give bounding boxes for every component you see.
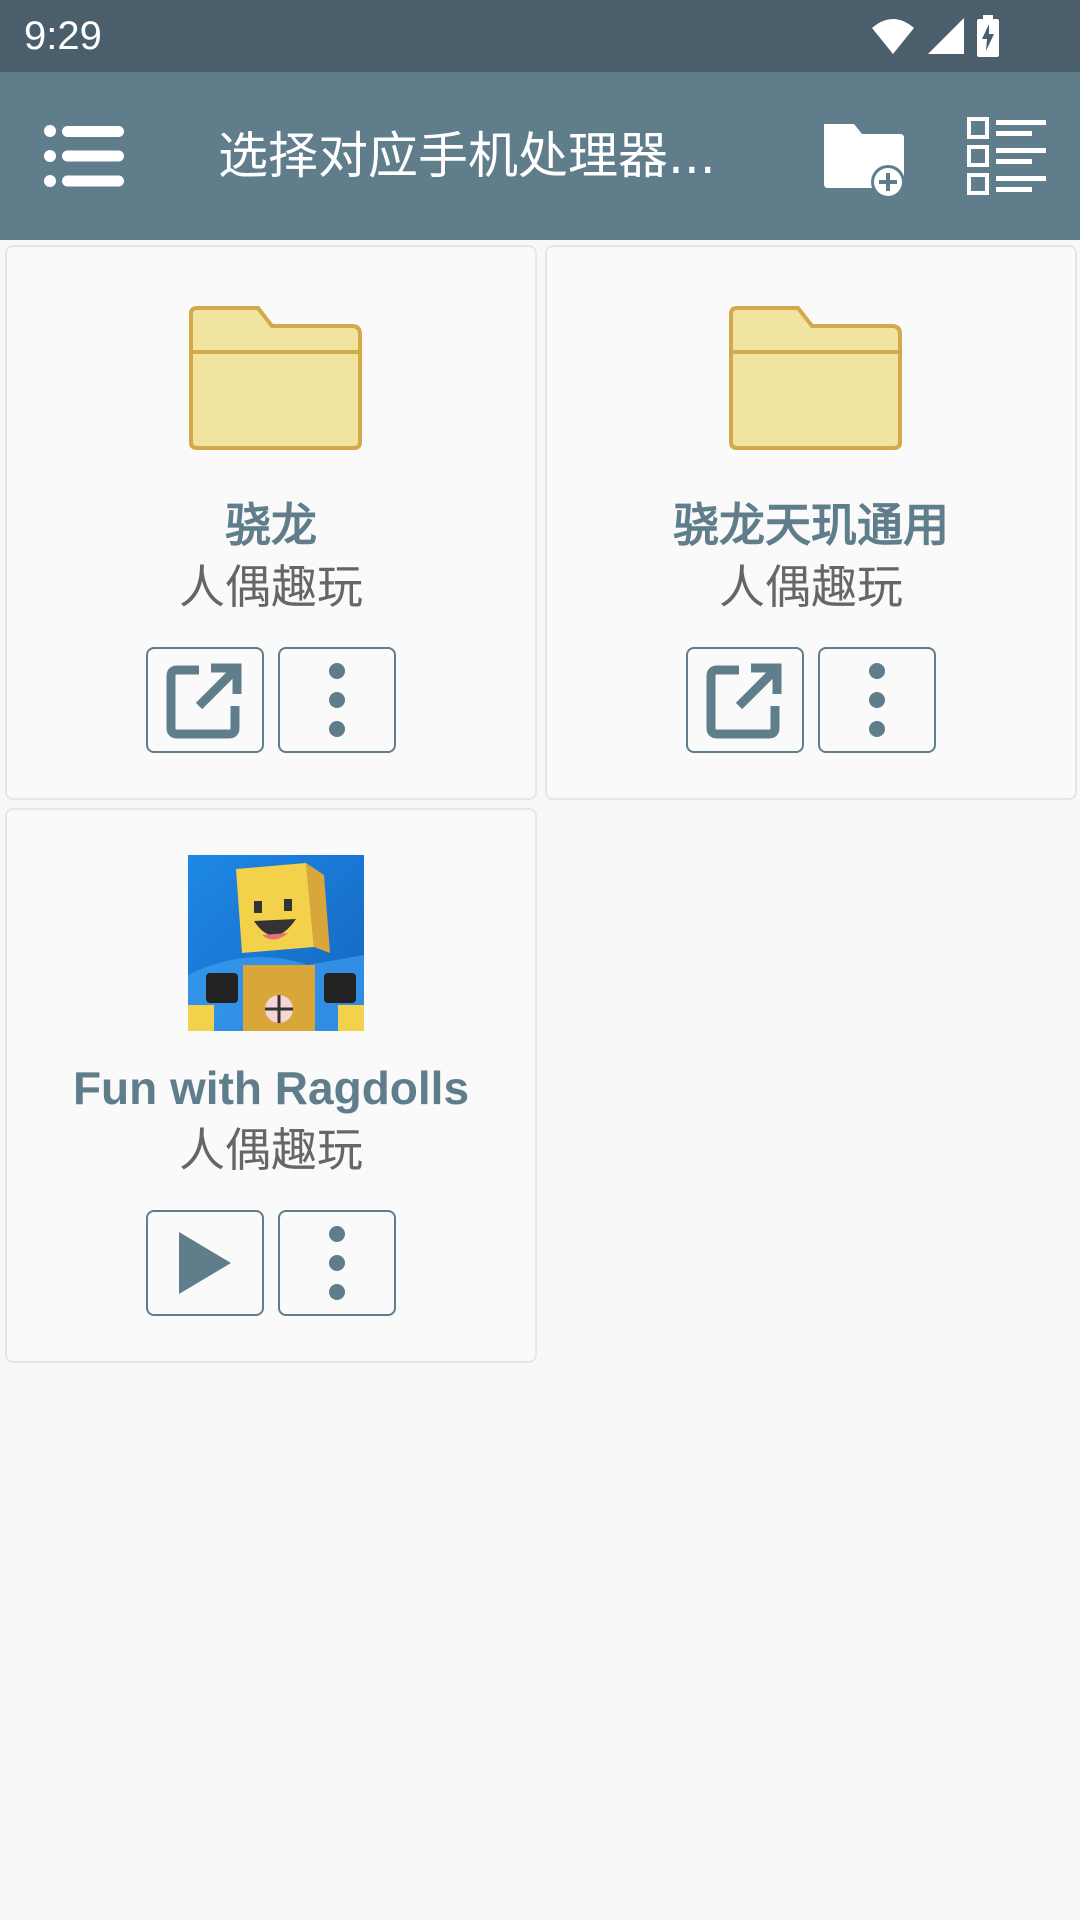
open-button[interactable] xyxy=(146,647,264,753)
open-external-icon xyxy=(706,663,782,739)
item-name: 骁龙天玑通用 xyxy=(673,499,949,551)
folder-icon xyxy=(729,306,902,450)
new-folder-icon xyxy=(824,124,905,199)
folder-icon xyxy=(189,306,362,450)
item-subtitle: 人偶趣玩 xyxy=(719,560,903,614)
menu-icon xyxy=(44,125,124,187)
status-bar: 9:29 xyxy=(0,0,1080,72)
more-options-button[interactable] xyxy=(278,647,396,753)
new-folder-button[interactable] xyxy=(820,120,910,200)
menu-button[interactable] xyxy=(44,124,124,188)
more-vert-icon xyxy=(869,663,885,737)
item-name: 骁龙 xyxy=(225,499,317,551)
toolbar-title: 选择对应手机处理器... xyxy=(218,127,716,185)
folder-card-snapdragon[interactable]: 骁龙 人偶趣玩 xyxy=(5,245,537,800)
status-time: 9:29 xyxy=(24,14,102,58)
more-vert-icon xyxy=(329,663,345,737)
battery-charging-icon xyxy=(977,15,999,57)
cell-signal-icon xyxy=(928,18,964,54)
app-toolbar: 选择对应手机处理器... xyxy=(0,72,1080,240)
folder-card-snapdragon-dimensity[interactable]: 骁龙天玑通用 人偶趣玩 xyxy=(545,245,1077,800)
more-options-button[interactable] xyxy=(278,1210,396,1316)
list-view-icon xyxy=(967,117,1046,195)
view-mode-button[interactable] xyxy=(966,116,1050,196)
open-external-icon xyxy=(166,663,242,739)
wifi-icon xyxy=(872,19,914,54)
item-subtitle: 人偶趣玩 xyxy=(179,1123,363,1177)
open-button[interactable] xyxy=(686,647,804,753)
more-options-button[interactable] xyxy=(818,647,936,753)
status-icons xyxy=(870,14,1000,58)
item-name: Fun with Ragdolls xyxy=(72,1062,470,1114)
play-icon xyxy=(179,1232,231,1294)
app-card-fun-with-ragdolls[interactable]: Fun with Ragdolls 人偶趣玩 xyxy=(5,808,537,1363)
more-vert-icon xyxy=(329,1226,345,1300)
app-thumbnail-icon xyxy=(188,855,364,1031)
play-button[interactable] xyxy=(146,1210,264,1316)
item-subtitle: 人偶趣玩 xyxy=(179,560,363,614)
